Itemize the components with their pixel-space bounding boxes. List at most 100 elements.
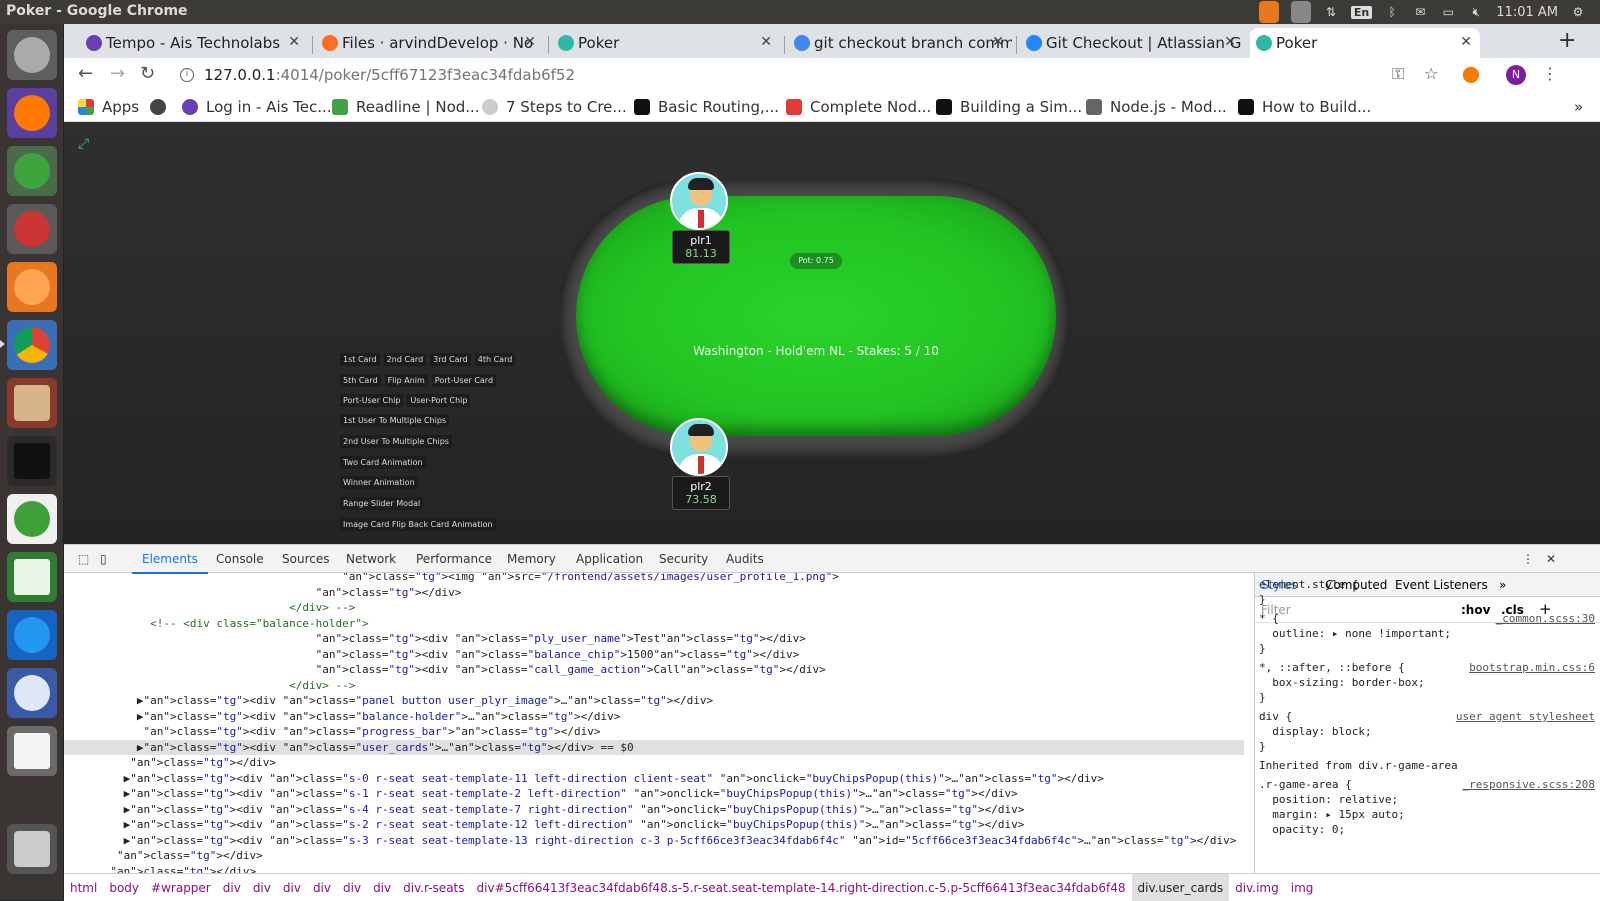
bookmark-building-sim[interactable]: Building a Sim...	[936, 98, 1082, 116]
xampp-launcher-icon[interactable]	[7, 262, 57, 312]
debug-anim-button[interactable]: 2nd Card	[383, 353, 427, 366]
style-rule[interactable]: .r-game-area { position: relative; margi…	[1259, 777, 1599, 837]
devtools-tab-security[interactable]: Security	[659, 552, 708, 566]
debug-anim-button[interactable]: Image Card Flip Back Card Animation	[340, 518, 496, 531]
selected-dom-node[interactable]: ▶"an">class="tg"><div "an">class="user_c…	[64, 739, 1244, 755]
system-settings-icon[interactable]	[7, 204, 57, 254]
breadcrumb-item[interactable]: div.user_cards	[1131, 874, 1230, 901]
debug-anim-button[interactable]: Winner Animation	[340, 476, 418, 489]
bluetooth-icon[interactable]: ᛒ	[1384, 5, 1400, 19]
breadcrumb-item[interactable]: div#5cff66413f3eac34fdab6f48.s-5.r-seat.…	[471, 874, 1132, 901]
tab-poker[interactable]: Poker ✕	[552, 28, 780, 58]
tab-tempo[interactable]: Tempo - Ais Technolabs ✕	[80, 28, 308, 58]
fullscreen-icon[interactable]: ⤢	[78, 136, 89, 152]
debug-anim-button[interactable]: Port-User Card	[431, 374, 497, 387]
volume-muted-icon[interactable]: 🔇︎	[1468, 5, 1484, 19]
bookmark-nodejs-mod[interactable]: Node.js - Mod...	[1086, 98, 1227, 116]
bookmark-basic-routing[interactable]: Basic Routing,...	[634, 98, 779, 116]
dom-tree-line[interactable]: ▶"an">class="tg"><div "an">class="s-3 r-…	[64, 833, 1244, 848]
devtools-close-icon[interactable]: ✕	[1546, 552, 1556, 566]
devtools-tab-elements[interactable]: Elements	[132, 552, 208, 574]
devtools-tab-performance[interactable]: Performance	[416, 552, 492, 566]
trash-icon[interactable]	[7, 824, 57, 874]
dom-tree-line[interactable]: "an">class="tg"></div>	[64, 848, 1244, 863]
bookmark-star-icon[interactable]: ☆	[1424, 64, 1438, 83]
dom-tree-line[interactable]: ▶"an">class="tg"><div "an">class="s-0 r-…	[64, 771, 1244, 786]
back-button[interactable]: ←	[78, 63, 93, 84]
style-rule[interactable]: element.style { }	[1259, 577, 1599, 607]
forward-button[interactable]: →	[110, 63, 125, 84]
menu-kebab-icon[interactable]: ⋮	[1542, 64, 1558, 83]
devtools-tab-console[interactable]: Console	[216, 552, 264, 566]
debug-anim-button[interactable]: 2nd User To Multiple Chips	[340, 435, 452, 448]
dom-tree-line[interactable]: "an">class="tg"><img "an">src="/frontend…	[64, 573, 1244, 584]
mongodb-compass-icon[interactable]	[7, 494, 57, 544]
bookmark-readline[interactable]: Readline | Nod...	[332, 98, 480, 116]
bookmarks-overflow-chevron-icon[interactable]: »	[1574, 98, 1583, 116]
debug-anim-button[interactable]: 1st User To Multiple Chips	[340, 414, 450, 427]
dom-tree-line[interactable]: "an">class="tg"></div>	[64, 585, 1244, 600]
bookmark-login-ais[interactable]: Log in - Ais Tec...	[182, 98, 332, 116]
clock[interactable]: 11:01 AM	[1496, 5, 1558, 20]
site-info-icon[interactable]: i	[180, 68, 194, 82]
style-source-link[interactable]: _responsive.scss:208	[1463, 777, 1595, 792]
device-toolbar-icon[interactable]: ▯	[100, 552, 107, 566]
devtools-menu-icon[interactable]: ⋮	[1522, 552, 1534, 566]
devtools-tab-application[interactable]: Application	[576, 552, 643, 566]
debug-anim-button[interactable]: User-Port Chip	[407, 394, 471, 407]
tab-git-checkout-search[interactable]: git checkout branch comm ✕	[788, 28, 1012, 58]
debug-anim-button[interactable]: Flip Anim	[384, 374, 428, 387]
spreadsheet-launcher-icon[interactable]	[7, 552, 57, 602]
close-icon[interactable]: ✕	[992, 34, 1004, 50]
robo3t-launcher-icon[interactable]	[7, 146, 57, 196]
close-icon[interactable]: ✕	[288, 34, 300, 50]
breadcrumb-item[interactable]: div	[367, 874, 397, 901]
bookmark-how-to-build[interactable]: How to Build...	[1238, 98, 1371, 116]
debug-anim-button[interactable]: 3rd Card	[430, 353, 471, 366]
breadcrumb-item[interactable]: div	[307, 874, 337, 901]
breadcrumb-item[interactable]: img	[1285, 874, 1320, 901]
dom-tree-line[interactable]: ▶"an">class="tg"><div "an">class="balanc…	[64, 709, 1244, 724]
dom-tree-line[interactable]: "an">class="tg"><div "an">class="call_ga…	[64, 662, 1244, 677]
reload-button[interactable]: ↻	[140, 63, 155, 84]
style-source-link[interactable]: user agent stylesheet	[1456, 709, 1595, 724]
network-icon[interactable]: ⇅	[1323, 5, 1339, 19]
style-rule[interactable]: div { display: block; } user agent styles…	[1259, 709, 1599, 754]
dom-tree-line[interactable]: </div> -->	[64, 600, 1244, 615]
battery-icon[interactable]: ▭	[1440, 5, 1456, 19]
files-launcher-icon[interactable]	[7, 378, 57, 428]
firefox-launcher-icon[interactable]	[7, 88, 57, 138]
tray-app-icon[interactable]	[1290, 1, 1311, 23]
breadcrumb-item[interactable]: div	[277, 874, 307, 901]
bookmark-complete-node[interactable]: Complete Nod...	[786, 98, 931, 116]
debug-anim-button[interactable]: 1st Card	[340, 353, 380, 366]
devtools-tab-memory[interactable]: Memory	[507, 552, 556, 566]
breadcrumb-item[interactable]: #wrapper	[145, 874, 217, 901]
breadcrumb-item[interactable]: div	[217, 874, 247, 901]
debug-anim-button[interactable]: 4th Card	[474, 353, 516, 366]
vscode-launcher-icon[interactable]	[7, 610, 57, 660]
dom-tree-line[interactable]: <!-- <div class="balance-holder">	[64, 616, 1244, 631]
devtools-tab-audits[interactable]: Audits	[726, 552, 764, 566]
new-tab-button[interactable]: +	[1558, 28, 1576, 53]
breadcrumb-item[interactable]: body	[103, 874, 145, 901]
chrome-launcher-icon[interactable]	[7, 320, 57, 370]
keyboard-layout-indicator[interactable]: En	[1350, 5, 1373, 19]
dom-tree-line[interactable]: "an">class="tg"></div>	[64, 864, 1244, 874]
extension-icon[interactable]: ⬤	[1462, 64, 1480, 83]
power-gear-icon[interactable]: ⚙	[1570, 5, 1586, 19]
style-rule[interactable]: *, ::after, ::before { box-sizing: borde…	[1259, 660, 1599, 705]
close-icon[interactable]: ✕	[1460, 34, 1472, 50]
style-source-link[interactable]: bootstrap.min.css:6	[1469, 660, 1595, 675]
close-icon[interactable]: ✕	[524, 34, 536, 50]
close-icon[interactable]: ✕	[1224, 34, 1236, 50]
dom-tree-line[interactable]: "an">class="tg"><div "an">class="progres…	[64, 724, 1244, 739]
dom-tree-line[interactable]: ▶"an">class="tg"><div "an">class="s-2 r-…	[64, 817, 1244, 832]
dom-tree-line[interactable]: "an">class="tg"></div>	[64, 755, 1244, 770]
tab-poker-active[interactable]: Poker ✕	[1250, 28, 1480, 58]
dom-tree-line[interactable]: ▶"an">class="tg"><div "an">class="s-1 r-…	[64, 786, 1244, 801]
dom-tree-line[interactable]: ▶"an">class="tg"><div "an">class="panel …	[64, 693, 1244, 708]
tab-atlassian-git-checkout[interactable]: Git Checkout | Atlassian G ✕	[1020, 28, 1244, 58]
devtools-tab-sources[interactable]: Sources	[282, 552, 329, 566]
dom-tree-line[interactable]: "an">class="tg"><div "an">class="balance…	[64, 647, 1244, 662]
